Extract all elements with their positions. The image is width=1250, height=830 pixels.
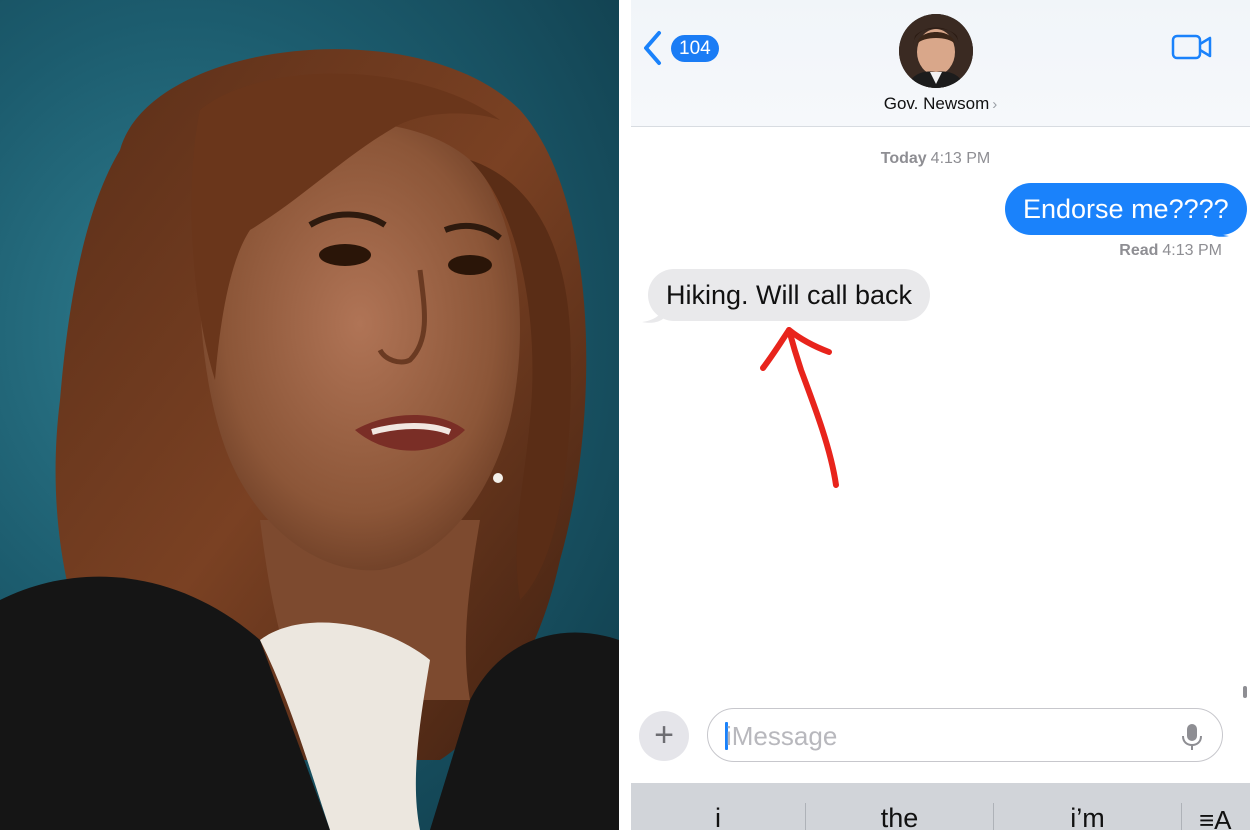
unread-count-badge[interactable]: 104 <box>671 35 719 62</box>
message-placeholder: iMessage <box>726 721 838 751</box>
suggestion-word[interactable]: i’m <box>994 803 1181 830</box>
contact-name-row[interactable]: Gov. Newsom › <box>631 94 1250 114</box>
suggestion-word[interactable]: the <box>806 803 993 830</box>
scroll-indicator[interactable] <box>1243 686 1247 698</box>
timestamp-day: Today <box>880 150 927 167</box>
received-message-bubble[interactable]: Hiking. Will call back <box>648 269 931 321</box>
portrait-photo <box>0 0 619 830</box>
microphone-icon[interactable] <box>1180 722 1204 752</box>
message-input-bar: + iMessage <box>631 700 1250 783</box>
red-arrow-annotation <box>760 327 839 488</box>
chevron-right-icon: › <box>992 96 998 113</box>
contact-avatar-image <box>899 14 973 88</box>
text-format-icon[interactable]: ≡A <box>1199 805 1232 830</box>
messages-screen: 104 Gov. Newsom › Today 4:13 PM Endorse me… <box>631 0 1250 830</box>
read-receipt: Read 4:13 PM <box>1119 242 1222 260</box>
contact-avatar[interactable] <box>899 14 973 88</box>
conversation-header: 104 Gov. Newsom › <box>631 0 1250 127</box>
message-input-field[interactable]: iMessage <box>707 708 1223 762</box>
timestamp-time: 4:13 PM <box>930 150 991 167</box>
read-label: Read <box>1119 242 1159 259</box>
sent-bubble-tail <box>1207 220 1229 237</box>
conversation-timestamp: Today 4:13 PM <box>631 150 1240 168</box>
received-bubble-tail <box>642 306 664 323</box>
video-camera-icon[interactable] <box>1171 32 1213 62</box>
panel-divider <box>619 0 631 830</box>
read-time: 4:13 PM <box>1162 242 1222 259</box>
suggestion-divider <box>1181 803 1182 830</box>
keyboard-suggestion-bar: i the i’m ≡A <box>631 783 1250 830</box>
contact-name: Gov. Newsom <box>883 94 990 113</box>
suggestion-word[interactable]: i <box>631 803 805 830</box>
portrait-illustration <box>0 49 619 830</box>
chevron-left-icon[interactable] <box>641 30 663 66</box>
add-attachment-button[interactable]: + <box>639 711 689 761</box>
